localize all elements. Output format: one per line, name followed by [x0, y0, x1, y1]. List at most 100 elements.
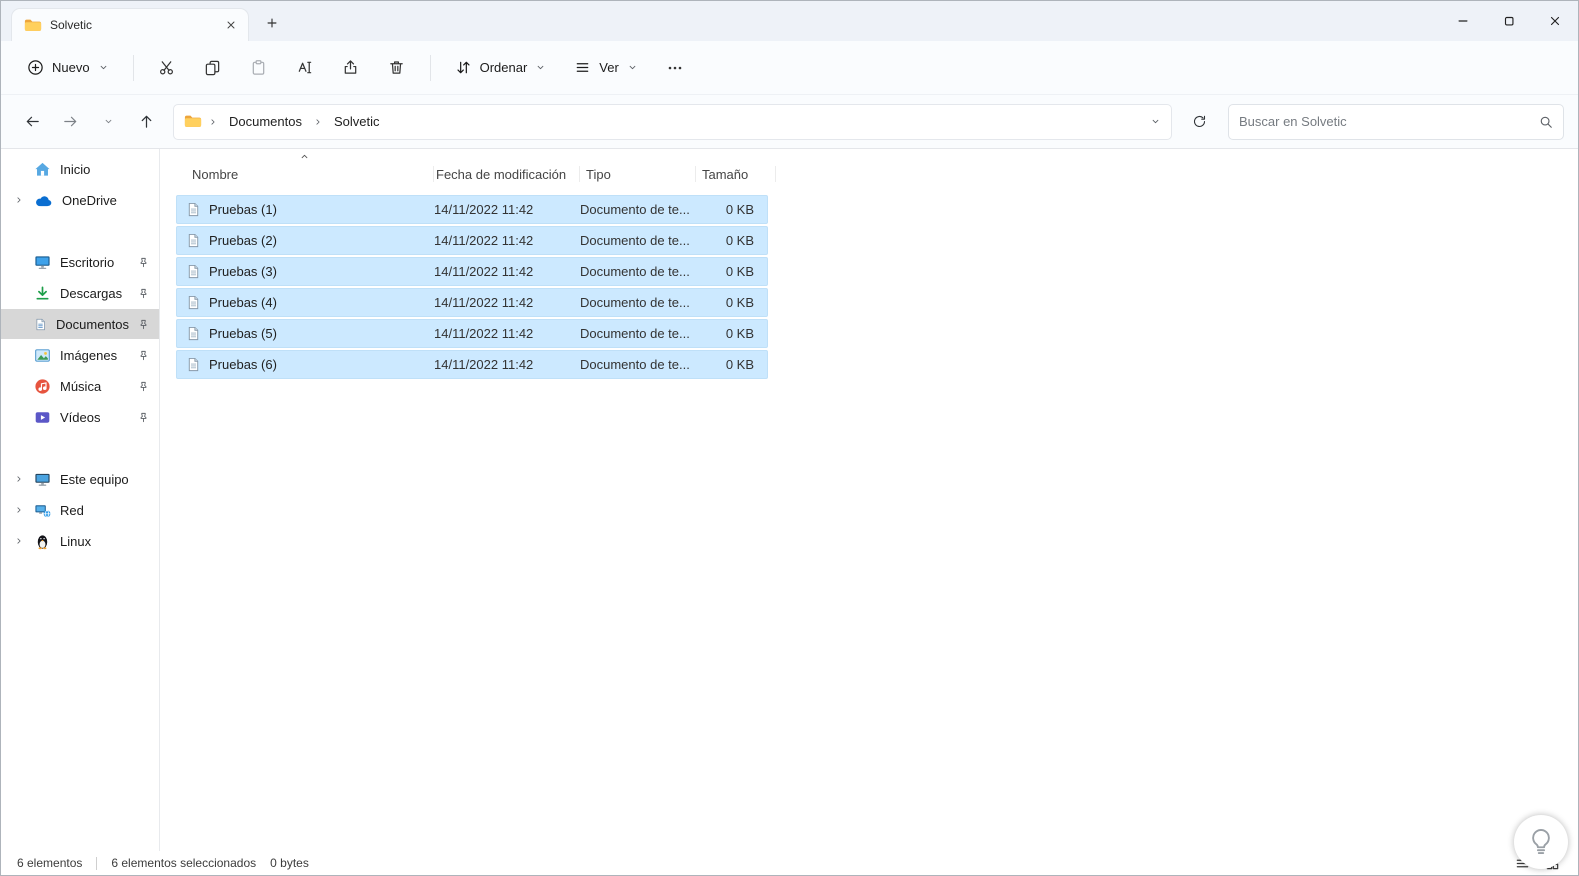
chevron-down-icon	[103, 116, 114, 127]
sort-button[interactable]: Ordenar	[445, 49, 557, 87]
sidebar-item-label: Imágenes	[60, 347, 118, 363]
copy-button[interactable]	[194, 49, 232, 87]
up-button[interactable]	[129, 105, 163, 139]
text-file-icon	[186, 326, 201, 341]
sidebar-item-escritorio[interactable]: Escritorio	[1, 247, 159, 277]
sidebar-item-musica[interactable]: Música	[1, 371, 159, 401]
new-tab-button[interactable]	[257, 8, 287, 38]
sidebar-item-imagenes[interactable]: Imágenes	[1, 340, 159, 370]
column-headers: Nombre Fecha de modificación Tipo Tamaño	[176, 159, 1578, 189]
file-type: Documento de te...	[580, 233, 690, 248]
maximize-button[interactable]	[1486, 1, 1532, 41]
sidebar-item-label: Música	[60, 378, 102, 394]
file-row[interactable]: Pruebas (5) 14/11/2022 11:42 Documento d…	[176, 319, 768, 348]
sidebar-item-videos[interactable]: Vídeos	[1, 402, 159, 432]
text-file-icon	[186, 202, 201, 217]
pin-icon	[138, 319, 149, 330]
this-pc-icon	[34, 471, 51, 488]
delete-button[interactable]	[378, 49, 416, 87]
lightbulb-watermark	[1514, 815, 1568, 869]
sidebar-item-inicio[interactable]: Inicio	[1, 154, 159, 184]
status-divider	[96, 856, 98, 870]
tab-close-button[interactable]	[220, 14, 242, 36]
text-file-icon	[186, 295, 201, 310]
navigation-pane: Inicio OneDrive Escritorio Descargas Doc…	[1, 149, 160, 851]
chevron-right-icon[interactable]	[13, 505, 25, 515]
pin-icon	[138, 412, 149, 423]
rename-button[interactable]	[286, 49, 324, 87]
sidebar-item-linux[interactable]: Linux	[1, 526, 159, 556]
documents-icon	[34, 316, 47, 333]
column-header-tamano[interactable]: Tamaño	[696, 159, 776, 189]
share-button[interactable]	[332, 49, 370, 87]
recent-locations-button[interactable]	[91, 105, 125, 139]
item-count: 6 elementos	[17, 856, 83, 870]
new-button-label: Nuevo	[52, 60, 90, 75]
paste-button[interactable]	[240, 49, 278, 87]
search-box	[1228, 103, 1564, 140]
sidebar-item-onedrive[interactable]: OneDrive	[1, 185, 159, 215]
file-row[interactable]: Pruebas (1) 14/11/2022 11:42 Documento d…	[176, 195, 768, 224]
chevron-down-icon	[627, 62, 638, 73]
sidebar-item-documentos[interactable]: Documentos	[1, 309, 159, 339]
view-button[interactable]: Ver	[564, 49, 648, 87]
sort-button-label: Ordenar	[479, 60, 528, 75]
breadcrumb-item-solvetic[interactable]: Solvetic	[329, 111, 385, 132]
search-icon[interactable]	[1539, 115, 1553, 129]
more-icon	[666, 59, 684, 77]
file-date: 14/11/2022 11:42	[434, 357, 534, 372]
toolbar-separator	[132, 54, 134, 81]
column-header-nombre[interactable]: Nombre	[176, 159, 434, 189]
more-options-button[interactable]	[656, 49, 694, 87]
column-header-tipo[interactable]: Tipo	[580, 159, 696, 189]
window-controls	[1440, 1, 1578, 41]
new-button[interactable]: Nuevo	[17, 49, 119, 87]
view-icon	[574, 59, 591, 76]
chevron-right-icon[interactable]	[13, 474, 25, 484]
file-name: Pruebas (3)	[209, 264, 277, 279]
file-size: 0 KB	[725, 264, 754, 279]
file-size: 0 KB	[725, 357, 754, 372]
cut-icon	[158, 59, 175, 76]
search-input[interactable]	[1239, 114, 1539, 129]
onedrive-cloud-icon	[34, 194, 53, 207]
trash-icon	[388, 59, 405, 76]
file-type: Documento de te...	[580, 202, 690, 217]
sidebar-item-label: Este equipo	[60, 471, 129, 487]
refresh-button[interactable]	[1182, 105, 1216, 139]
refresh-icon	[1192, 114, 1207, 129]
address-bar[interactable]: Documentos Solvetic	[173, 103, 1172, 140]
file-row[interactable]: Pruebas (2) 14/11/2022 11:42 Documento d…	[176, 226, 768, 255]
column-header-fecha[interactable]: Fecha de modificación	[434, 159, 580, 189]
file-size: 0 KB	[725, 233, 754, 248]
breadcrumb-chevron-icon[interactable]	[208, 117, 218, 127]
text-file-icon	[186, 233, 201, 248]
cut-button[interactable]	[148, 49, 186, 87]
file-name: Pruebas (2)	[209, 233, 277, 248]
file-date: 14/11/2022 11:42	[434, 295, 534, 310]
toolbar-separator	[429, 54, 431, 81]
close-button[interactable]	[1532, 1, 1578, 41]
file-type: Documento de te...	[580, 357, 690, 372]
pin-icon	[138, 288, 149, 299]
sidebar-item-red[interactable]: Red	[1, 495, 159, 525]
paste-icon	[250, 59, 267, 76]
share-icon	[342, 59, 359, 76]
sidebar-item-este-equipo[interactable]: Este equipo	[1, 464, 159, 494]
address-dropdown-icon[interactable]	[1150, 116, 1161, 127]
minimize-button[interactable]	[1440, 1, 1486, 41]
chevron-right-icon[interactable]	[13, 536, 25, 546]
file-type: Documento de te...	[580, 326, 690, 341]
tab-solvetic[interactable]: Solvetic	[11, 8, 249, 41]
breadcrumb-item-documentos[interactable]: Documentos	[224, 111, 307, 132]
tab-title: Solvetic	[50, 18, 93, 32]
navigation-bar: Documentos Solvetic	[1, 95, 1578, 149]
file-row[interactable]: Pruebas (3) 14/11/2022 11:42 Documento d…	[176, 257, 768, 286]
breadcrumb-chevron-icon[interactable]	[313, 117, 323, 127]
file-row[interactable]: Pruebas (6) 14/11/2022 11:42 Documento d…	[176, 350, 768, 379]
forward-button[interactable]	[53, 105, 87, 139]
sidebar-item-descargas[interactable]: Descargas	[1, 278, 159, 308]
back-button[interactable]	[15, 105, 49, 139]
chevron-right-icon[interactable]	[13, 195, 25, 205]
file-row[interactable]: Pruebas (4) 14/11/2022 11:42 Documento d…	[176, 288, 768, 317]
